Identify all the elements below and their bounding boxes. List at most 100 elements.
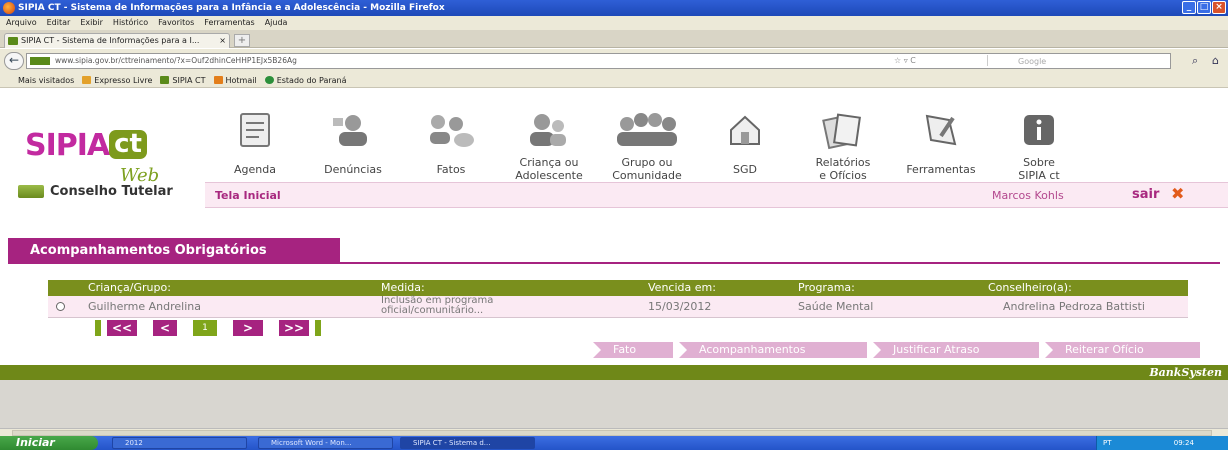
horizontal-scrollbar[interactable] <box>0 428 1228 436</box>
relatorios-icon <box>793 106 893 154</box>
page-content: SIPIA ct Web Conselho Tutelar Agenda Denú… <box>0 88 1228 428</box>
main-menu: Agenda Denúncias Fatos Criança ou Adoles… <box>205 106 1228 186</box>
col-vencida: Vencida em: <box>648 281 716 294</box>
sipia-icon <box>160 76 170 84</box>
search-magnifier-icon[interactable]: ⌕ <box>1192 54 1198 68</box>
cell-crianca: Guilherme Andrelina <box>88 300 202 313</box>
current-page[interactable]: 1 <box>193 320 217 336</box>
sipia-ct-logo[interactable]: SIPIA ct Web <box>25 128 159 186</box>
browser-window: SIPIA CT - Sistema de Informações para a… <box>0 0 1228 450</box>
maximize-button[interactable]: □ <box>1197 1 1211 14</box>
section-divider <box>8 262 1220 264</box>
pagination: << < 1 > >> <box>95 320 321 336</box>
start-button[interactable]: Iniciar <box>0 436 98 450</box>
module-label: Conselho Tutelar <box>18 184 173 199</box>
hotmail-icon <box>213 76 223 84</box>
action-buttons: Fato Acompanhamentos Justificar Atraso R… <box>593 342 1200 358</box>
task-folder-2012[interactable]: 2012 <box>112 437 247 449</box>
menu-relatorios-oficios[interactable]: Relatórios e Ofícios <box>793 106 893 182</box>
back-button[interactable]: ← <box>4 52 24 70</box>
reiterar-oficio-button[interactable]: Reiterar Ofício <box>1045 342 1200 358</box>
menu-sgd[interactable]: SGD <box>695 106 795 176</box>
first-page-button[interactable]: << <box>107 320 137 336</box>
menu-historico[interactable]: Histórico <box>113 16 148 30</box>
bookmark-mais-visitados[interactable]: Mais visitados <box>18 73 74 87</box>
bookmarks-bar: Mais visitados Expresso Livre SIPIA CT H… <box>0 73 1228 88</box>
row-select-radio[interactable] <box>56 302 65 311</box>
new-tab-button[interactable]: + <box>234 34 250 47</box>
menu-ferramentas[interactable]: Ferramentas <box>891 106 991 176</box>
expresso-icon <box>82 76 92 84</box>
cell-vencida: 15/03/2012 <box>648 300 712 313</box>
conselho-icon <box>18 185 44 198</box>
window-title: SIPIA CT - Sistema de Informações para a… <box>18 3 445 13</box>
windows-taskbar: Iniciar 2012 Microsoft Word - Mon... SIP… <box>0 436 1228 450</box>
minimize-button[interactable]: _ <box>1182 1 1196 14</box>
navigation-bar: ← www.sipia.gov.br/cttreinamento/?x=Ouf2… <box>0 49 1228 73</box>
site-identity-icon <box>30 57 50 65</box>
search-box[interactable]: Google <box>987 55 1162 66</box>
col-conselheiro: Conselheiro(a): <box>988 281 1072 294</box>
pager-right-cap <box>315 320 321 336</box>
menu-agenda[interactable]: Agenda <box>205 106 305 176</box>
cell-programa: Saúde Mental <box>798 300 874 313</box>
cell-conselheiro: Andrelina Pedroza Battisti <box>1003 300 1145 313</box>
menu-ferramentas[interactable]: Ferramentas <box>204 16 254 30</box>
menu-grupo-comunidade[interactable]: Grupo ou Comunidade <box>597 106 697 182</box>
menu-editar[interactable]: Editar <box>47 16 71 30</box>
info-icon <box>989 106 1089 154</box>
tab-close-icon[interactable]: × <box>219 34 226 48</box>
close-button[interactable]: × <box>1212 1 1226 14</box>
grupo-icon <box>597 106 697 154</box>
prev-page-button[interactable]: < <box>153 320 177 336</box>
ferramentas-icon <box>891 106 991 154</box>
last-page-button[interactable]: >> <box>279 320 309 336</box>
col-crianca-grupo: Criança/Grupo: <box>88 281 171 294</box>
table-row[interactable]: Guilherme Andrelina Inclusão em programa… <box>48 296 1188 318</box>
browser-tab[interactable]: SIPIA CT - Sistema de Informações para a… <box>4 33 230 48</box>
tab-bar: SIPIA CT - Sistema de Informações para a… <box>0 30 1228 48</box>
menu-favoritos[interactable]: Favoritos <box>158 16 194 30</box>
page-background-area <box>0 380 1228 428</box>
menu-ajuda[interactable]: Ajuda <box>265 16 288 30</box>
menu-sobre[interactable]: Sobre SIPIA ct <box>989 106 1089 182</box>
search-placeholder: Google <box>1018 57 1047 66</box>
home-link[interactable]: Tela Inicial <box>215 189 281 202</box>
menu-denuncias[interactable]: Denúncias <box>303 106 403 176</box>
fato-button[interactable]: Fato <box>593 342 673 358</box>
language-indicator[interactable]: PT <box>1103 439 1112 447</box>
menu-fatos[interactable]: Fatos <box>401 106 501 176</box>
footer-brand: BankSysten <box>1149 366 1222 379</box>
tab-label: SIPIA CT - Sistema de Informações para a… <box>21 36 200 45</box>
sipia-favicon-icon <box>8 37 18 45</box>
next-page-button[interactable]: > <box>233 320 263 336</box>
bookmark-expresso-livre[interactable]: Expresso Livre <box>82 73 152 87</box>
footer-bar: BankSysten <box>0 365 1228 380</box>
menu-exibir[interactable]: Exibir <box>80 16 103 30</box>
home-icon[interactable]: ⌂ <box>1212 54 1219 67</box>
bookmark-star-icon[interactable]: ☆ ▿ C <box>894 54 916 68</box>
menu-crianca-adolescente[interactable]: Criança ou Adolescente <box>499 106 599 182</box>
task-firefox[interactable]: SIPIA CT - Sistema d... <box>400 437 535 449</box>
task-word[interactable]: Microsoft Word - Mon... <box>258 437 393 449</box>
fatos-icon <box>401 106 501 154</box>
sgd-icon <box>695 106 795 154</box>
address-tools: ☆ ▿ C Google <box>890 54 1170 68</box>
logout-link[interactable]: sair <box>1132 187 1159 202</box>
acompanhamentos-button[interactable]: Acompanhamentos <box>679 342 867 358</box>
window-controls: _ □ × <box>1182 1 1226 14</box>
title-bar: SIPIA CT - Sistema de Informações para a… <box>0 0 1228 16</box>
logout-x-icon[interactable]: ✖ <box>1171 186 1187 202</box>
url-text: www.sipia.gov.br/cttreinamento/?x=Ouf2dh… <box>55 56 297 65</box>
bookmark-estado-parana[interactable]: Estado do Paraná <box>264 73 347 87</box>
pager-left-cap <box>95 320 101 336</box>
justificar-atraso-button[interactable]: Justificar Atraso <box>873 342 1039 358</box>
bookmark-sipia-ct[interactable]: SIPIA CT <box>160 73 206 87</box>
menu-bar: Arquivo Editar Exibir Histórico Favorito… <box>0 16 1228 30</box>
col-medida: Medida: <box>381 281 425 294</box>
menu-arquivo[interactable]: Arquivo <box>6 16 37 30</box>
system-tray: PT 09:24 <box>1096 436 1228 450</box>
denuncias-icon <box>303 106 403 154</box>
address-bar[interactable]: www.sipia.gov.br/cttreinamento/?x=Ouf2dh… <box>26 53 1171 69</box>
bookmark-hotmail[interactable]: Hotmail <box>213 73 257 87</box>
